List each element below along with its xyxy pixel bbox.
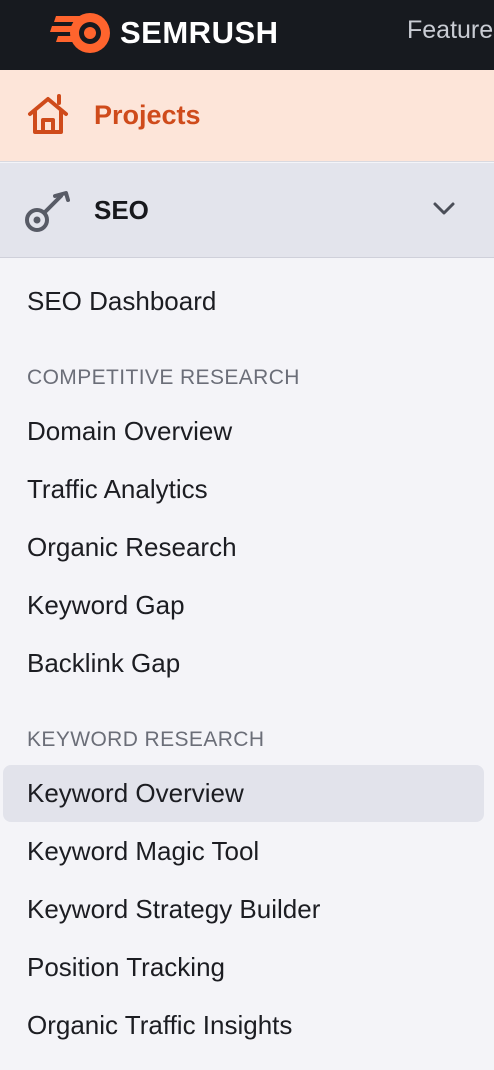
nav-item-position-tracking[interactable]: Position Tracking [27, 952, 225, 983]
sidebar-section-label: SEO [94, 195, 149, 225]
seo-key-icon [25, 191, 70, 232]
nav-item-keyword-strategy-builder[interactable]: Keyword Strategy Builder [27, 894, 320, 925]
sidebar-item-projects[interactable]: Projects [0, 70, 494, 162]
section-competitive-research: COMPETITIVE RESEARCH [27, 366, 300, 389]
section-keyword-research: KEYWORD RESEARCH [27, 728, 265, 751]
chevron-down-icon[interactable] [432, 201, 456, 217]
nav-item-keyword-magic-tool[interactable]: Keyword Magic Tool [27, 836, 259, 867]
nav-item-backlink-gap[interactable]: Backlink Gap [27, 648, 180, 679]
sidebar-item-label: Projects [94, 100, 201, 130]
sidebar-section-seo[interactable]: SEO [0, 163, 494, 258]
nav-item-traffic-analytics[interactable]: Traffic Analytics [27, 474, 208, 505]
features-link[interactable]: Features [407, 16, 494, 45]
semrush-flame-icon [50, 13, 110, 53]
nav-item-organic-traffic-insights[interactable]: Organic Traffic Insights [27, 1010, 292, 1041]
nav-item-organic-research[interactable]: Organic Research [27, 532, 237, 563]
semrush-logo[interactable]: SEMRUSH [50, 8, 279, 58]
brand-name: SEMRUSH [120, 15, 279, 50]
nav-item-domain-overview[interactable]: Domain Overview [27, 416, 232, 447]
top-bar: SEMRUSH Features [0, 0, 494, 70]
home-icon [28, 94, 68, 134]
nav-item-keyword-overview[interactable]: Keyword Overview [27, 778, 244, 809]
nav-item-keyword-gap[interactable]: Keyword Gap [27, 590, 185, 621]
nav-item-seo-dashboard[interactable]: SEO Dashboard [27, 286, 216, 317]
